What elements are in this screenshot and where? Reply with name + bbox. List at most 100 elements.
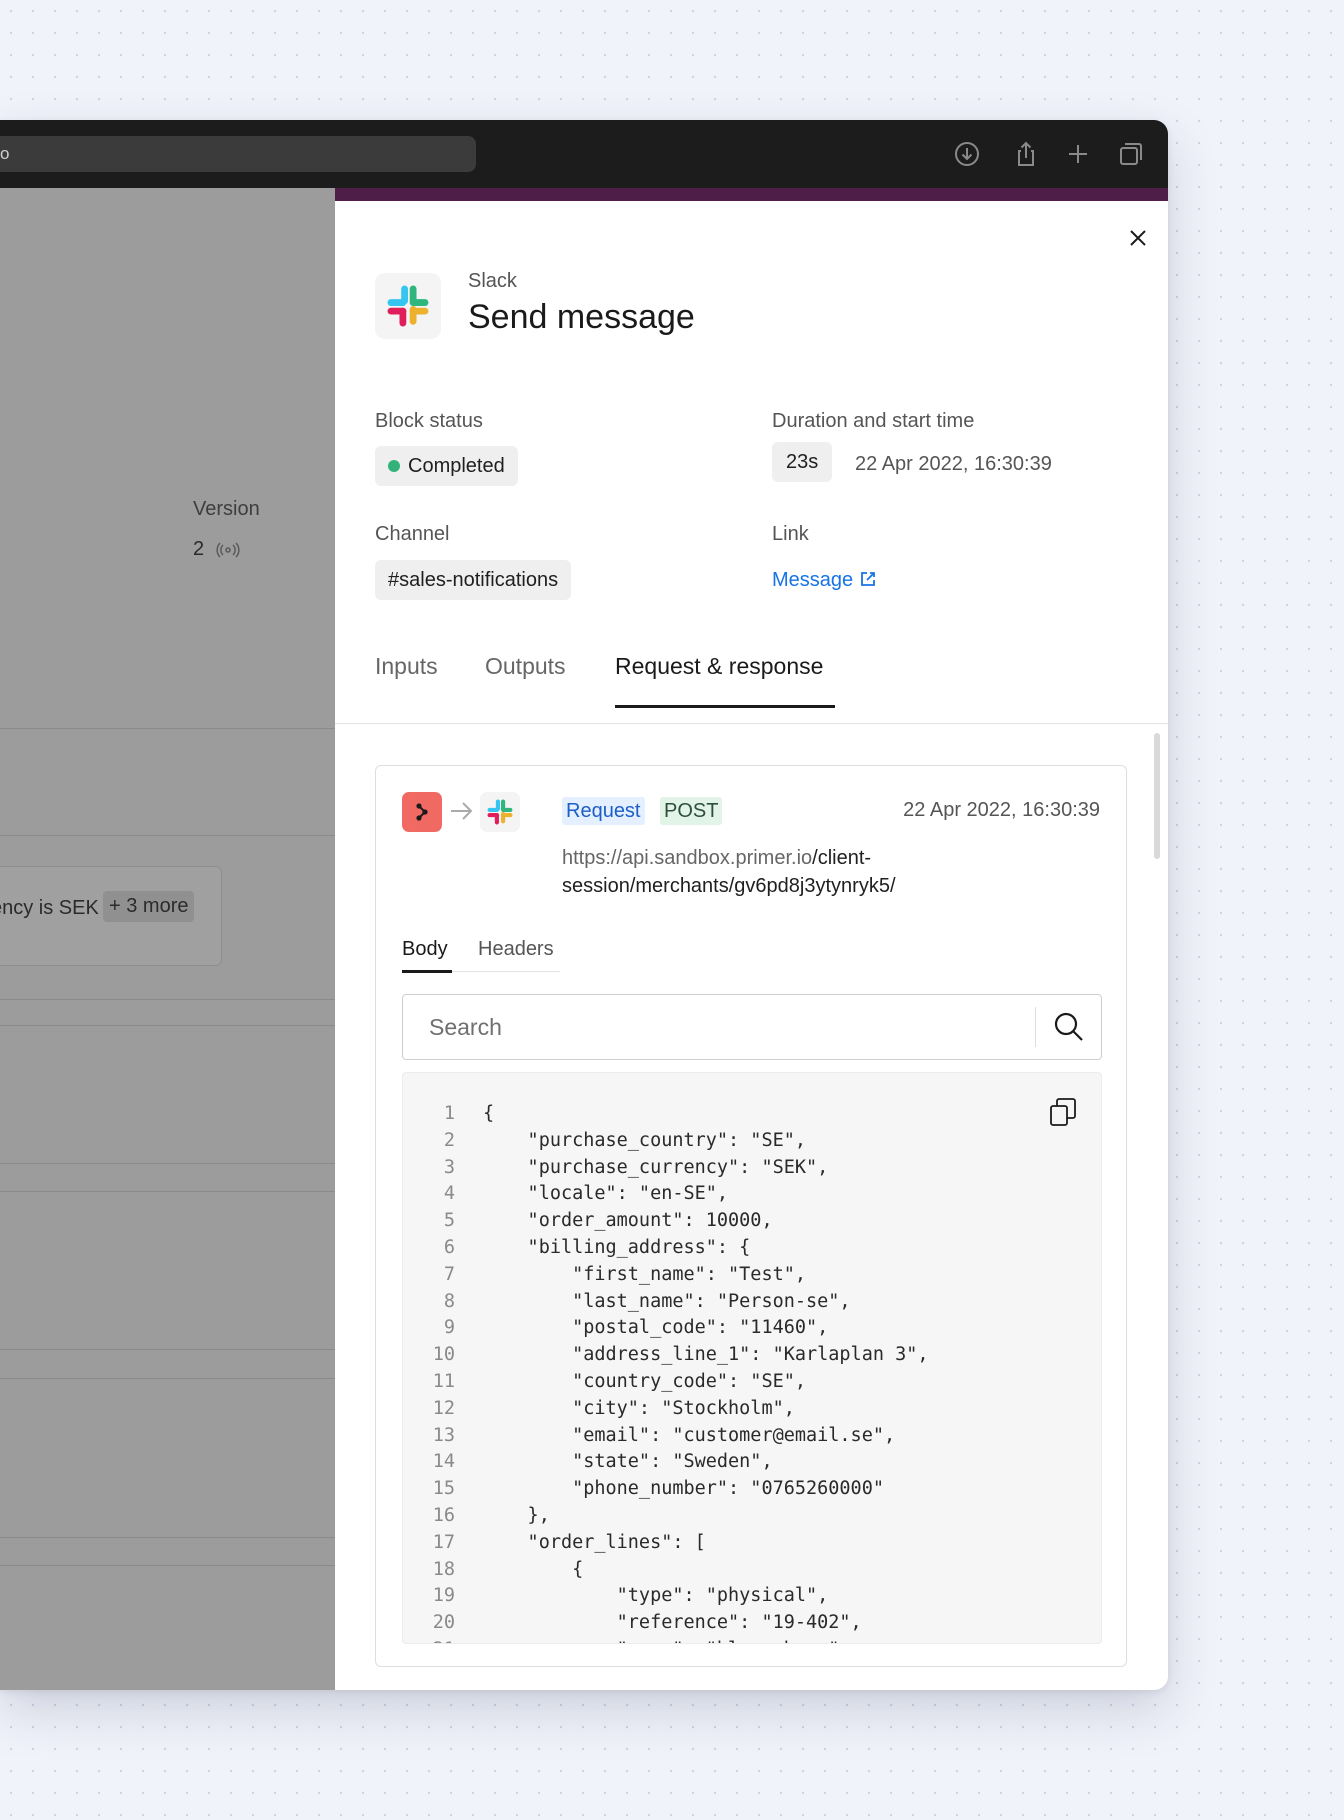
message-link[interactable]: Message <box>772 569 877 592</box>
plus-icon[interactable] <box>1064 140 1092 168</box>
line-number: 20 <box>432 1612 455 1634</box>
active-subtab-indicator <box>402 970 452 973</box>
divider <box>0 1025 335 1026</box>
code-line: 19 "type": "physical", <box>403 1583 1101 1610</box>
close-icon[interactable] <box>1124 224 1152 252</box>
code-text: "state": "Sweden", <box>483 1451 773 1473</box>
line-number: 6 <box>443 1236 455 1258</box>
share-icon[interactable] <box>1012 140 1040 168</box>
line-number: 3 <box>443 1156 455 1178</box>
version-label: Version <box>193 498 260 520</box>
divider <box>0 1191 335 1192</box>
code-line: 2 "purchase_country": "SE", <box>403 1128 1101 1155</box>
tabs-icon[interactable] <box>1117 140 1145 168</box>
line-number: 1 <box>443 1103 455 1124</box>
code-line: 21 "name": "blue shoes", <box>403 1637 1101 1643</box>
panel-accent-bar <box>335 188 1168 201</box>
tab-outputs[interactable]: Outputs <box>485 653 566 680</box>
line-number: 2 <box>443 1129 455 1151</box>
condition-box[interactable]: ency is SEK + 3 more <box>0 866 222 966</box>
code-line: 7 "first_name": "Test", <box>403 1262 1101 1289</box>
code-line: 5 "order_amount": 10000, <box>403 1208 1101 1235</box>
block-status-label: Block status <box>375 410 483 432</box>
line-number: 17 <box>432 1531 455 1553</box>
code-text: "phone_number": "0765260000" <box>483 1478 884 1500</box>
line-number: 15 <box>432 1478 455 1500</box>
line-number: 10 <box>432 1344 455 1366</box>
primer-logo <box>402 792 442 832</box>
channel-label: Channel <box>375 523 450 545</box>
json-code-viewer[interactable]: 1{2 "purchase_country": "SE", 3 "purchase… <box>402 1072 1102 1644</box>
code-line: 9 "postal_code": "11460", <box>403 1315 1101 1342</box>
subtab-headers[interactable]: Headers <box>478 938 554 961</box>
code-line: 8 "last_name": "Person-se", <box>403 1289 1101 1316</box>
code-line: 3 "purchase_currency": "SEK", <box>403 1155 1101 1182</box>
code-text: { <box>483 1103 495 1124</box>
request-card: Request POST 22 Apr 2022, 16:30:39 https… <box>375 765 1127 1667</box>
code-line: 10 "address_line_1": "Karlaplan 3", <box>403 1342 1101 1369</box>
line-number: 11 <box>432 1370 455 1392</box>
code-line: 13 "email": "customer@email.se", <box>403 1423 1101 1450</box>
divider <box>0 1349 335 1350</box>
code-line: 4 "locale": "en-SE", <box>403 1181 1101 1208</box>
subtab-body[interactable]: Body <box>402 938 448 961</box>
divider <box>0 835 335 836</box>
search-icon[interactable] <box>1053 1011 1085 1043</box>
code-line: 11 "country_code": "SE", <box>403 1369 1101 1396</box>
line-number: 5 <box>443 1210 455 1232</box>
divider <box>0 1378 335 1379</box>
request-url: https://api.sandbox.primer.io/client-ses… <box>562 844 1102 900</box>
divider <box>0 1565 335 1566</box>
code-text: "order_lines": [ <box>483 1531 706 1553</box>
code-text: "order_amount": 10000, <box>483 1210 773 1232</box>
code-lines: 1{2 "purchase_country": "SE", 3 "purchase… <box>403 1101 1101 1643</box>
code-text: "country_code": "SE", <box>483 1370 807 1392</box>
code-text: "billing_address": { <box>483 1236 751 1258</box>
tab-request-response[interactable]: Request & response <box>615 653 823 680</box>
code-line: 12 "city": "Stockholm", <box>403 1396 1101 1423</box>
version-value: 2 <box>193 538 205 560</box>
external-link-icon <box>861 572 876 586</box>
link-label: Link <box>772 523 809 545</box>
divider <box>0 999 335 1000</box>
download-icon[interactable] <box>953 140 981 168</box>
tabs-divider <box>335 723 1168 724</box>
line-number: 9 <box>443 1317 455 1339</box>
code-text: "postal_code": "11460", <box>483 1317 829 1339</box>
browser-toolbar: o <box>0 120 1168 188</box>
block-details-panel: Slack Send message Block status Complete… <box>335 188 1168 1690</box>
tab-inputs[interactable]: Inputs <box>375 653 438 680</box>
code-text: "purchase_country": "SE", <box>483 1129 807 1151</box>
channel-badge: #sales-notifications <box>375 560 572 600</box>
app-name: Slack <box>468 270 517 292</box>
line-number: 7 <box>443 1263 455 1285</box>
condition-text: ency is SEK <box>0 897 99 919</box>
start-time: 22 Apr 2022, 16:30:39 <box>855 453 1052 475</box>
code-text: "locale": "en-SE", <box>483 1183 729 1205</box>
background-page: Version 2 ency is SEK + 3 more <box>0 188 335 1690</box>
address-bar[interactable]: o <box>0 136 476 172</box>
line-number: 4 <box>443 1183 455 1205</box>
status-dot <box>388 460 400 472</box>
line-number: 21 <box>403 1637 455 1643</box>
arrow-right-icon <box>448 798 474 824</box>
search-input[interactable] <box>403 995 1023 1059</box>
url-base: https://api.sandbox.primer.io <box>562 847 813 869</box>
more-conditions-badge[interactable]: + 3 more <box>103 891 195 922</box>
search-box <box>402 994 1102 1060</box>
code-text: "first_name": "Test", <box>483 1263 807 1285</box>
line-number: 16 <box>432 1504 455 1526</box>
code-line: 16 }, <box>403 1503 1101 1530</box>
code-text: "name": "blue shoes", <box>483 1637 851 1643</box>
code-text: "city": "Stockholm", <box>483 1397 795 1419</box>
active-tab-indicator <box>615 705 835 708</box>
scrollbar-thumb[interactable] <box>1154 733 1160 859</box>
code-text: }, <box>483 1504 550 1526</box>
code-line: 20 "reference": "19-402", <box>403 1610 1101 1637</box>
divider <box>0 1163 335 1164</box>
request-type-badge: Request <box>562 797 645 825</box>
divider <box>0 1537 335 1538</box>
code-text: "email": "customer@email.se", <box>483 1424 896 1446</box>
duration-label: Duration and start time <box>772 410 975 432</box>
duration-badge: 23s <box>772 442 833 482</box>
